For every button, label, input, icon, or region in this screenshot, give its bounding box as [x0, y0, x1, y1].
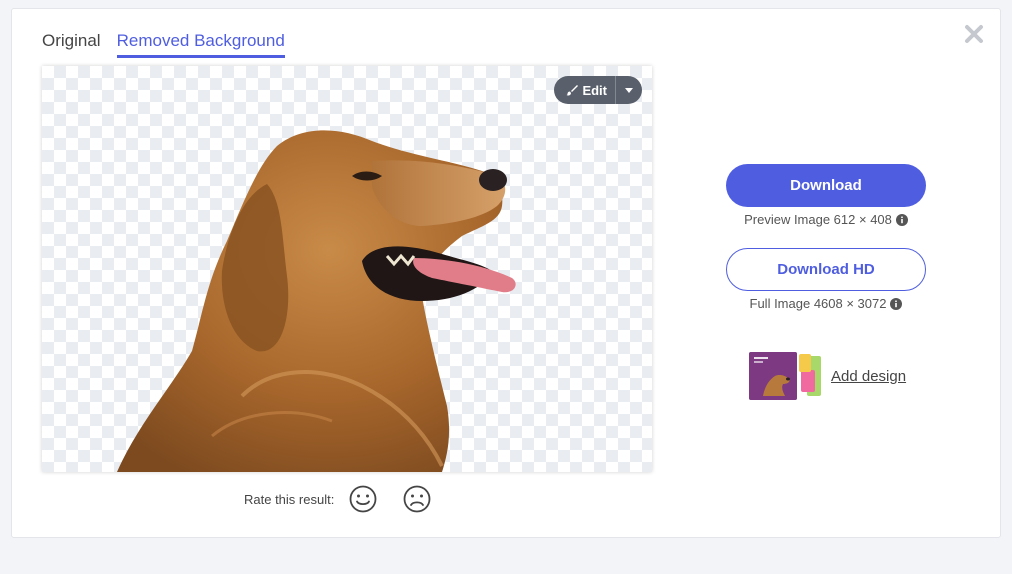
tab-removed-background[interactable]: Removed Background	[116, 31, 285, 58]
tab-original[interactable]: Original	[42, 31, 101, 58]
full-size-caption: Full Image 4608 × 3072	[726, 296, 926, 311]
edit-options-toggle[interactable]	[615, 76, 642, 104]
download-hd-button[interactable]: Download HD	[726, 248, 926, 291]
preview-size-text: Preview Image 612 × 408	[744, 212, 892, 227]
add-design-row[interactable]: Add design	[749, 352, 906, 400]
edit-label: Edit	[582, 82, 607, 98]
design-thumbnail	[749, 352, 821, 400]
result-card: Original Removed Background Edit Rate th…	[11, 8, 1001, 538]
edit-button-group: Edit	[554, 76, 642, 104]
rating-label: Rate this result:	[244, 491, 335, 507]
close-icon[interactable]	[964, 24, 984, 44]
brush-icon	[566, 85, 579, 96]
dog-cutout-image	[117, 130, 516, 472]
full-size-text: Full Image 4608 × 3072	[749, 296, 887, 311]
caret-down-icon	[625, 87, 633, 93]
download-button[interactable]: Download	[726, 164, 926, 207]
view-tabs: Original Removed Background	[42, 31, 301, 58]
info-icon[interactable]	[890, 297, 903, 310]
image-preview: Edit	[42, 66, 652, 472]
preview-size-caption: Preview Image 612 × 408	[726, 212, 926, 227]
edit-button[interactable]: Edit	[554, 76, 615, 104]
add-design-link[interactable]: Add design	[831, 368, 906, 385]
download-panel: Download Preview Image 612 × 408 Downloa…	[726, 164, 926, 332]
rating-bar: Rate this result:	[244, 484, 456, 514]
info-icon[interactable]	[895, 213, 908, 226]
smile-icon[interactable]	[348, 484, 378, 514]
frown-icon[interactable]	[402, 484, 432, 514]
